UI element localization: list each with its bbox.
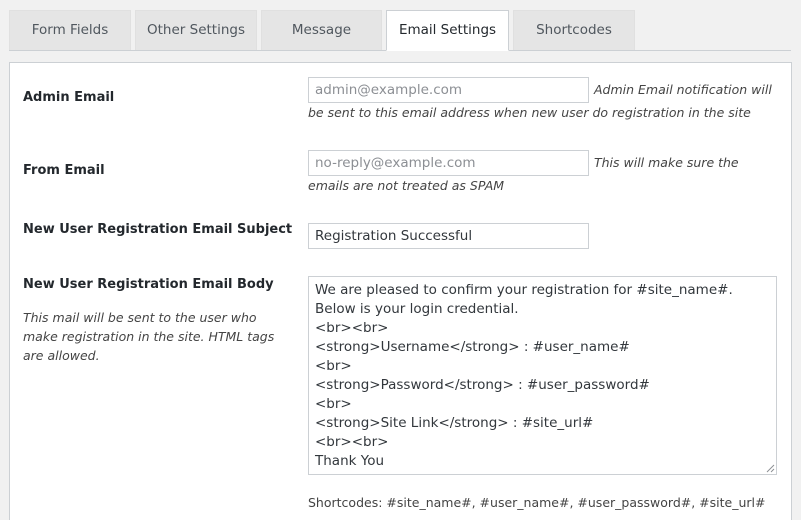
email-settings-page: Form Fields Other Settings Message Email… bbox=[0, 0, 801, 520]
tab-form-fields[interactable]: Form Fields bbox=[9, 10, 131, 50]
email-subject-label: New User Registration Email Subject bbox=[23, 222, 293, 237]
email-body-textarea[interactable] bbox=[308, 276, 777, 475]
tab-email-settings[interactable]: Email Settings bbox=[386, 10, 509, 51]
email-subject-input[interactable] bbox=[308, 223, 589, 249]
email-body-note: This mail will be sent to the user who m… bbox=[23, 310, 275, 363]
from-email-description: This will make sure the emails are not t… bbox=[308, 155, 739, 193]
shortcodes-hint: Shortcodes: #site_name#, #user_name#, #u… bbox=[308, 495, 766, 510]
tab-shortcodes[interactable]: Shortcodes bbox=[513, 10, 635, 50]
admin-email-label: Admin Email bbox=[23, 90, 115, 105]
tab-message[interactable]: Message bbox=[261, 10, 382, 50]
resize-grip-icon[interactable] bbox=[766, 464, 775, 473]
tab-other-settings[interactable]: Other Settings bbox=[135, 10, 257, 50]
settings-tabs: Form Fields Other Settings Message Email… bbox=[9, 10, 639, 51]
email-body-label: New User Registration Email Body bbox=[23, 277, 274, 292]
admin-email-description: Admin Email notification will be sent to… bbox=[308, 82, 772, 120]
from-email-label: From Email bbox=[23, 163, 105, 178]
